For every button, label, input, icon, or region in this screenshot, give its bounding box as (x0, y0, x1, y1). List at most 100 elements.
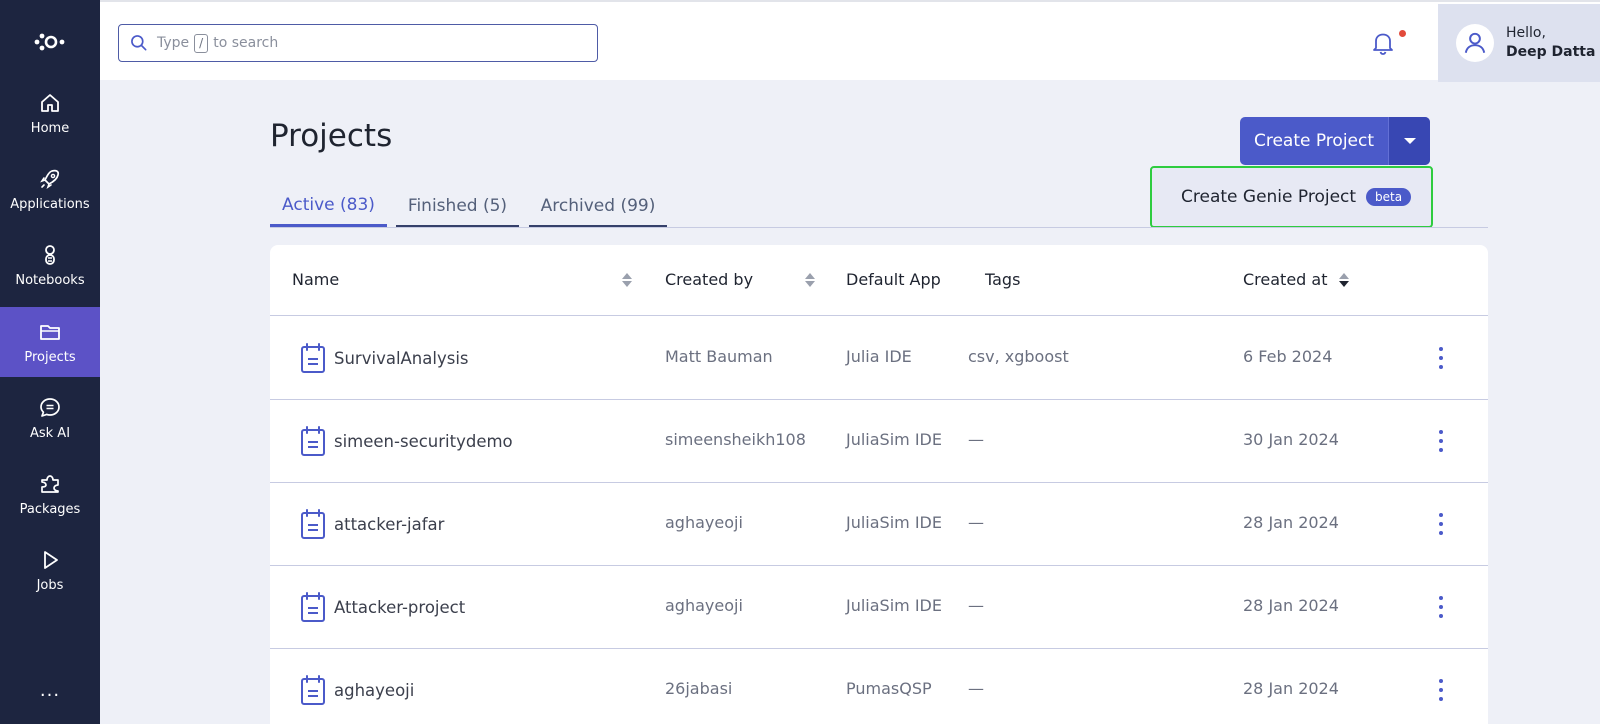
default-app-cell: JuliaSim IDE (846, 513, 942, 532)
project-tabs: Active (83) Finished (5) Archived (99) (270, 186, 1488, 228)
search-shortcut-key: / (194, 33, 209, 53)
tab-active[interactable]: Active (83) (270, 186, 387, 227)
default-app-cell: Julia IDE (846, 347, 912, 366)
column-header-default-app: Default App (846, 270, 941, 289)
project-name: aghayeoji (334, 680, 415, 700)
column-header-created-by[interactable]: Created by (665, 270, 815, 289)
search-input[interactable]: Type / to search (118, 24, 598, 62)
table-row[interactable]: SurvivalAnalysis Matt Bauman Julia IDE c… (270, 317, 1488, 400)
row-actions-icon[interactable] (1430, 507, 1452, 541)
project-notebook-icon (301, 509, 325, 539)
chat-icon (40, 397, 60, 417)
chevron-down-icon (1403, 138, 1416, 144)
table-row[interactable]: Attacker-project aghayeoji JuliaSim IDE … (270, 566, 1488, 649)
column-header-name[interactable]: Name (292, 270, 632, 289)
column-header-label: Created by (665, 270, 754, 289)
notification-bell-icon[interactable] (1368, 28, 1398, 58)
project-notebook-icon (301, 675, 325, 705)
user-icon (1464, 32, 1486, 53)
tags-cell: — (968, 596, 984, 615)
tags-cell: — (968, 679, 984, 698)
column-header-label: Tags (985, 270, 1021, 289)
tags-cell: csv, xgboost (968, 347, 1069, 366)
project-name: simeen-securitydemo (334, 431, 513, 451)
search-placeholder-prefix: Type (157, 35, 190, 51)
column-header-tags: Tags (985, 270, 1020, 289)
created-at-cell: 28 Jan 2024 (1243, 513, 1339, 532)
sidebar-item-projects[interactable]: Projects (0, 307, 100, 377)
created-at-cell: 30 Jan 2024 (1243, 430, 1339, 449)
notification-dot (1399, 30, 1406, 37)
project-name-cell[interactable]: SurvivalAnalysis (300, 342, 469, 374)
project-name-cell[interactable]: aghayeoji (300, 674, 414, 706)
column-header-label: Default App (846, 270, 941, 289)
create-project-button[interactable]: Create Project (1240, 117, 1388, 165)
page-title: Projects (270, 118, 393, 154)
project-name: Attacker-project (334, 597, 466, 617)
sidebar-item-label: Notebooks (15, 272, 85, 288)
created-by-cell: Matt Bauman (665, 347, 773, 366)
table-row[interactable]: aghayeoji 26jabasi PumasQSP — 28 Jan 202… (270, 649, 1488, 724)
row-actions-icon[interactable] (1430, 341, 1452, 375)
column-header-created-at[interactable]: Created at (1243, 270, 1350, 289)
sidebar-item-applications[interactable]: Applications (0, 154, 100, 224)
project-notebook-icon (301, 426, 325, 456)
search-placeholder: Type / to search (157, 33, 279, 53)
created-at-cell: 6 Feb 2024 (1243, 347, 1333, 366)
default-app-cell: PumasQSP (846, 679, 932, 698)
user-greeting: Hello, (1506, 25, 1546, 41)
play-icon (44, 550, 58, 569)
row-actions-icon[interactable] (1430, 424, 1452, 458)
create-project-split-button: Create Project (1240, 117, 1430, 165)
project-notebook-icon (301, 343, 325, 373)
search-placeholder-suffix: to search (213, 35, 279, 51)
puzzle-icon (41, 474, 59, 493)
table-header: Name Created by Default App Tags Created… (270, 245, 1488, 316)
created-at-cell: 28 Jan 2024 (1243, 679, 1339, 698)
create-project-dropdown-toggle[interactable] (1388, 117, 1430, 165)
project-notebook-icon (301, 592, 325, 622)
table-row[interactable]: attacker-jafar aghayeoji JuliaSim IDE — … (270, 483, 1488, 566)
project-name-cell[interactable]: Attacker-project (300, 591, 465, 623)
tab-archived[interactable]: Archived (99) (529, 186, 667, 227)
user-menu[interactable]: Hello, Deep Datta (1438, 4, 1600, 82)
column-header-label: Name (292, 270, 340, 289)
sidebar-item-notebooks[interactable]: Notebooks (0, 230, 100, 300)
top-bar: Type / to search Hello, Deep Datta (100, 0, 1600, 82)
folder-icon (40, 324, 60, 340)
created-by-cell: 26jabasi (665, 679, 733, 698)
sidebar-item-home[interactable]: Home (0, 78, 100, 148)
user-name: Deep Datta (1506, 44, 1596, 60)
sort-icon (622, 272, 632, 287)
sidebar: Home Applications Notebooks Projects Ask… (0, 0, 100, 724)
sidebar-item-jobs[interactable]: Jobs (0, 535, 100, 605)
rocket-icon (40, 169, 60, 189)
avatar (1456, 24, 1494, 62)
sidebar-item-ask-ai[interactable]: Ask AI (0, 383, 100, 453)
sidebar-item-label: Applications (10, 196, 90, 212)
sidebar-item-label: Jobs (36, 577, 64, 593)
project-name-cell[interactable]: attacker-jafar (300, 508, 444, 540)
home-icon (41, 93, 59, 112)
logo-icon[interactable] (0, 22, 100, 62)
row-actions-icon[interactable] (1430, 673, 1452, 707)
sidebar-item-packages[interactable]: Packages (0, 459, 100, 529)
sidebar-item-label: Packages (19, 501, 81, 517)
more-menu-icon[interactable]: ... (0, 680, 100, 701)
row-actions-icon[interactable] (1430, 590, 1452, 624)
tags-cell: — (968, 513, 984, 532)
table-row[interactable]: simeen-securitydemo simeensheikh108 Juli… (270, 400, 1488, 483)
projects-table: Name Created by Default App Tags Created… (270, 245, 1488, 724)
project-name: attacker-jafar (334, 514, 445, 534)
tab-finished[interactable]: Finished (5) (396, 186, 519, 227)
search-icon (131, 35, 147, 51)
tags-cell: — (968, 430, 984, 449)
project-name: SurvivalAnalysis (334, 348, 469, 368)
sidebar-item-label: Projects (24, 349, 76, 365)
column-header-label: Created at (1243, 270, 1328, 289)
default-app-cell: JuliaSim IDE (846, 596, 942, 615)
sidebar-item-label: Ask AI (29, 425, 71, 441)
project-name-cell[interactable]: simeen-securitydemo (300, 425, 513, 457)
created-by-cell: simeensheikh108 (665, 430, 806, 449)
created-by-cell: aghayeoji (665, 513, 743, 532)
